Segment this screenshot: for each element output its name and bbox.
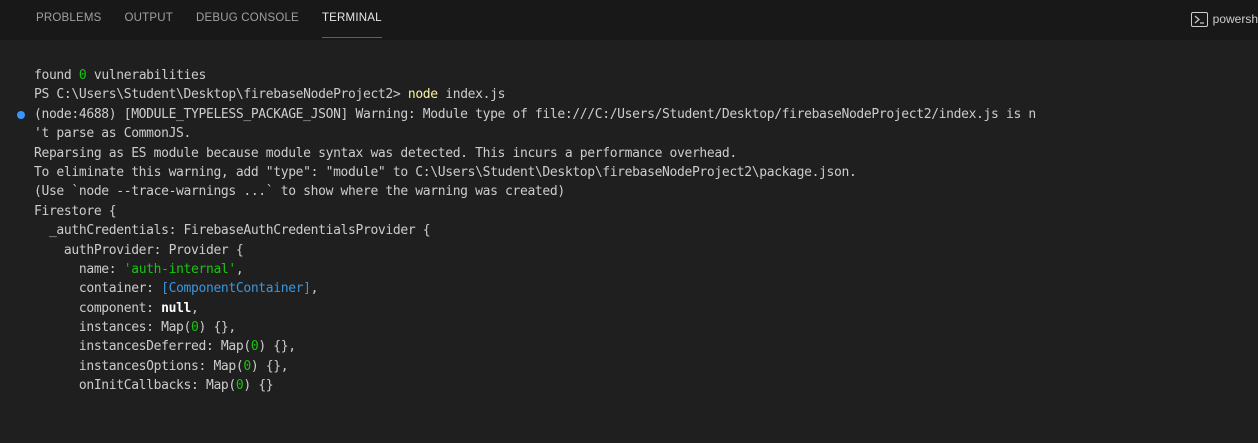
terminal-text: , bbox=[310, 281, 319, 297]
terminal-line: authProvider: Provider { bbox=[0, 241, 1258, 260]
terminal-text: instances: Map( bbox=[34, 320, 192, 336]
terminal-text: null bbox=[161, 300, 192, 316]
terminal-text: node bbox=[407, 87, 438, 103]
terminal-line: onInitCallbacks: Map(0) {} bbox=[0, 376, 1258, 395]
terminal-line: (Use `node --trace-warnings ...` to show… bbox=[0, 182, 1258, 201]
terminal-line: instances: Map(0) {}, bbox=[0, 318, 1258, 337]
terminal-text: onInitCallbacks: Map( bbox=[34, 378, 236, 394]
terminal-line: container: [ComponentContainer], bbox=[0, 279, 1258, 298]
terminal-text: component: bbox=[34, 300, 162, 316]
terminal-text: (Use `node --trace-warnings ...` to show… bbox=[34, 184, 565, 200]
terminal-text: Firestore { bbox=[34, 203, 117, 219]
terminal-line: Reparsing as ES module because module sy… bbox=[0, 144, 1258, 163]
terminal-text: , bbox=[191, 300, 199, 316]
terminal-shell-selector[interactable]: powersh bbox=[1190, 9, 1258, 29]
terminal-text: name: bbox=[34, 261, 124, 277]
tab-debug-console[interactable]: DEBUG CONSOLE bbox=[196, 0, 299, 37]
terminal-text: ) {} bbox=[243, 378, 274, 394]
terminal-text: , bbox=[235, 261, 244, 277]
terminal-text: ) {}, bbox=[198, 320, 237, 336]
terminal-line: PS C:\Users\Student\Desktop\firebaseNode… bbox=[0, 85, 1258, 104]
terminal-text: 'auth-internal' bbox=[123, 261, 237, 277]
terminal-line: instancesOptions: Map(0) {}, bbox=[0, 357, 1258, 376]
terminal-text: ) {}, bbox=[250, 358, 289, 374]
terminal-text: 't parse as CommonJS. bbox=[34, 126, 192, 142]
terminal-text: instancesDeferred: Map( bbox=[34, 339, 251, 355]
command-decoration-icon[interactable] bbox=[17, 110, 25, 119]
terminal-text: [ComponentContainer] bbox=[161, 281, 311, 297]
terminal-line: (node:4688) [MODULE_TYPELESS_PACKAGE_JSO… bbox=[0, 105, 1258, 124]
terminal-text: _authCredentials: FirebaseAuthCredential… bbox=[34, 223, 431, 239]
terminal-line: Firestore { bbox=[0, 202, 1258, 221]
shell-label: powersh bbox=[1212, 12, 1258, 26]
terminal-output[interactable]: found 0 vulnerabilities PS C:\Users\Stude… bbox=[0, 66, 1258, 443]
tab-output[interactable]: OUTPUT bbox=[125, 0, 173, 37]
terminal-text: (node:4688) [MODULE_TYPELESS_PACKAGE_JSO… bbox=[34, 106, 1036, 122]
panel-tabs: PROBLEMS OUTPUT DEBUG CONSOLE TERMINAL bbox=[36, 0, 405, 40]
terminal-line: To eliminate this warning, add "type": "… bbox=[0, 163, 1258, 182]
terminal-line: _authCredentials: FirebaseAuthCredential… bbox=[0, 221, 1258, 240]
terminal-text: PS C:\Users\Student\Desktop\firebaseNode… bbox=[34, 87, 408, 103]
tab-problems[interactable]: PROBLEMS bbox=[36, 0, 102, 37]
terminal-line: found 0 vulnerabilities bbox=[0, 66, 1258, 85]
terminal-text: instancesOptions: Map( bbox=[34, 358, 244, 374]
terminal-line: component: null, bbox=[0, 299, 1258, 318]
terminal-line: 't parse as CommonJS. bbox=[0, 124, 1258, 143]
terminal-text: Reparsing as ES module because module sy… bbox=[34, 145, 737, 161]
terminal-text: container: bbox=[34, 281, 162, 297]
terminal-line: name: 'auth-internal', bbox=[0, 260, 1258, 279]
terminal-text: ) {}, bbox=[258, 339, 296, 355]
terminal-text: 0 bbox=[191, 320, 199, 336]
panel-header: PROBLEMS OUTPUT DEBUG CONSOLE TERMINAL p… bbox=[0, 0, 1258, 40]
terminal-icon bbox=[1190, 11, 1208, 27]
terminal-text: authProvider: Provider { bbox=[34, 242, 244, 258]
terminal-text: 0 bbox=[243, 358, 251, 374]
tab-terminal[interactable]: TERMINAL bbox=[321, 0, 382, 38]
terminal-text: found bbox=[34, 68, 79, 83]
terminal-text: To eliminate this warning, add "type": "… bbox=[34, 164, 857, 180]
terminal-line: instancesDeferred: Map(0) {}, bbox=[0, 337, 1258, 356]
terminal-text: vulnerabilities bbox=[86, 68, 207, 83]
terminal-text: index.js bbox=[437, 87, 506, 103]
